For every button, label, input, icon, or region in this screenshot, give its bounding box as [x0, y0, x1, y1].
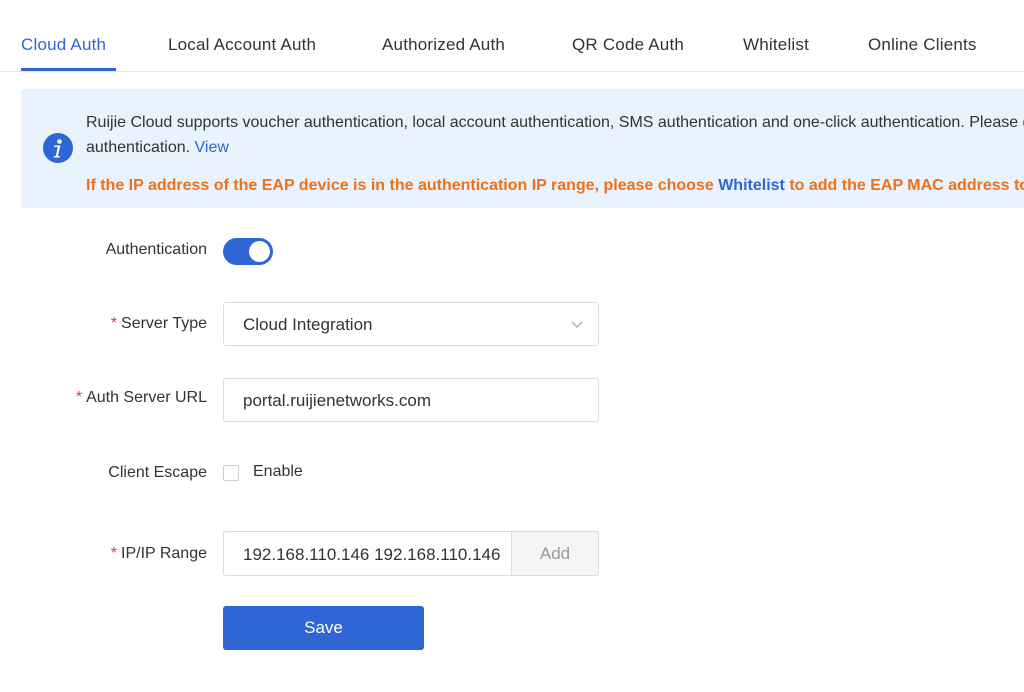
- tab-qr-code-auth[interactable]: QR Code Auth: [572, 35, 684, 55]
- view-link[interactable]: View: [195, 139, 229, 156]
- info-icon: [43, 133, 73, 163]
- auth-server-url-input[interactable]: portal.ruijienetworks.com: [223, 378, 599, 422]
- auth-server-url-value: portal.ruijienetworks.com: [243, 391, 432, 410]
- ip-range-label: * IP/IP Range: [111, 545, 207, 563]
- tab-local-account-auth[interactable]: Local Account Auth: [168, 35, 316, 55]
- warning-text-end: to add the EAP MAC address to the whitel…: [789, 177, 1024, 194]
- info-notice: Ruijie Cloud supports voucher authentica…: [21, 89, 1024, 208]
- save-button[interactable]: Save: [223, 606, 424, 650]
- notice-text-continued: authentication. View: [86, 139, 229, 157]
- server-type-label-text: Server Type: [121, 315, 207, 332]
- chevron-down-icon: [571, 321, 583, 328]
- tab-cloud-auth[interactable]: Cloud Auth: [21, 35, 106, 55]
- warning-text: If the IP address of the EAP device is i…: [86, 177, 714, 194]
- required-mark: *: [110, 315, 118, 332]
- auth-server-url-label: * Auth Server URL: [76, 389, 207, 407]
- tab-online-clients[interactable]: Online Clients: [868, 35, 977, 55]
- client-escape-enable-label[interactable]: Enable: [253, 463, 303, 481]
- ip-range-value: 192.168.110.146 192.168.110.146: [243, 545, 501, 564]
- whitelist-link[interactable]: Whitelist: [718, 177, 785, 194]
- add-ip-button[interactable]: Add: [511, 531, 599, 576]
- tab-bar: Cloud Auth Local Account Auth Authorized…: [0, 0, 1024, 72]
- required-mark: *: [110, 545, 118, 562]
- active-tab-indicator: [21, 68, 116, 71]
- tab-authorized-auth[interactable]: Authorized Auth: [382, 35, 505, 55]
- required-mark: *: [75, 389, 83, 406]
- server-type-select[interactable]: Cloud Integration: [223, 302, 599, 346]
- client-escape-checkbox[interactable]: [223, 465, 239, 481]
- server-type-value: Cloud Integration: [243, 315, 373, 334]
- notice-text-tail: authentication.: [86, 139, 191, 156]
- tab-whitelist[interactable]: Whitelist: [743, 35, 809, 55]
- toggle-knob: [249, 241, 270, 262]
- ip-range-input[interactable]: 192.168.110.146 192.168.110.146: [223, 531, 512, 576]
- notice-text: Ruijie Cloud supports voucher authentica…: [86, 114, 1024, 131]
- client-escape-label: Client Escape: [108, 464, 207, 481]
- authentication-label: Authentication: [105, 241, 207, 258]
- notice-warning: If the IP address of the EAP device is i…: [86, 177, 1024, 195]
- auth-server-url-label-text: Auth Server URL: [86, 389, 207, 406]
- ip-range-label-text: IP/IP Range: [121, 545, 207, 562]
- authentication-toggle[interactable]: [223, 238, 273, 265]
- server-type-label: * Server Type: [111, 315, 207, 333]
